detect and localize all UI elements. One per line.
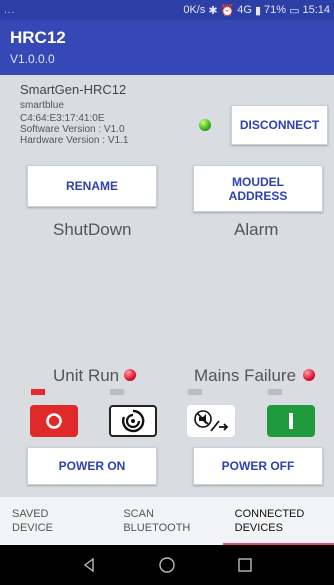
auto-icon <box>122 409 145 433</box>
auto-indicator <box>110 389 124 395</box>
rename-button[interactable]: RENAME <box>27 165 157 207</box>
battery-icon: ▭ <box>289 4 300 17</box>
app-title: HRC12 <box>10 28 66 47</box>
unit-run-led-icon <box>124 369 136 381</box>
power-on-button[interactable]: POWER ON <box>27 447 157 485</box>
system-nav-bar <box>0 545 334 585</box>
status-icons: 0K/s ✱ ⏰ 4G ▮ 71% ▭ 15:14 <box>183 4 330 17</box>
stop-indicator <box>31 389 45 395</box>
modbus-address-button[interactable]: MOUDEL ADDRESS <box>193 165 323 212</box>
bluetooth-icon: ✱ <box>208 4 218 17</box>
status-bar: ... 0K/s ✱ ⏰ 4G ▮ 71% ▭ 15:14 <box>0 0 334 20</box>
start-indicator <box>268 389 282 395</box>
signal-icon: ▮ <box>254 4 262 17</box>
mute-reset-button[interactable] <box>187 405 235 437</box>
app-bar: HRC12 V1.0.0.0 <box>0 20 334 75</box>
clock: 15:14 <box>302 4 330 16</box>
mains-failure-label: Mains Failure <box>194 366 297 385</box>
auto-button[interactable] <box>109 405 157 437</box>
mains-failure-led-icon <box>303 369 315 381</box>
home-icon[interactable] <box>157 555 177 575</box>
tab-scan-bluetooth[interactable]: SCAN BLUETOOTH <box>111 497 222 545</box>
tab-saved-device[interactable]: SAVED DEVICE <box>0 497 111 545</box>
connection-status-icon <box>199 119 211 131</box>
bottom-tab-bar: SAVED DEVICE SCAN BLUETOOTH CONNECTED DE… <box>0 497 334 545</box>
device-name: SmartGen-HRC12 <box>20 82 127 97</box>
disconnect-button[interactable]: DISCONNECT <box>231 105 328 145</box>
stop-button[interactable] <box>30 405 78 437</box>
alarm-clock-icon: ⏰ <box>220 4 235 17</box>
back-icon[interactable] <box>79 555 99 575</box>
device-brand: smartblue <box>20 100 64 111</box>
mute-reset-icon <box>194 410 229 432</box>
tab-connected-devices[interactable]: CONNECTED DEVICES <box>222 497 334 545</box>
stop-icon <box>46 413 62 429</box>
battery-percent: 71% <box>264 4 287 16</box>
start-button[interactable] <box>267 405 315 437</box>
start-icon <box>289 413 293 429</box>
power-off-button[interactable]: POWER OFF <box>193 447 323 485</box>
alarm-label: Alarm <box>234 220 279 239</box>
network-speed: 0K/s <box>183 4 206 16</box>
unit-run-label: Unit Run <box>53 366 120 385</box>
mute-indicator <box>188 389 202 395</box>
hardware-version: Hardware Version : V1.1 <box>20 135 129 146</box>
notification-dots: ... <box>4 4 16 16</box>
network-type: 4G <box>237 4 252 16</box>
app-version: V1.0.0.0 <box>10 52 55 66</box>
recents-icon[interactable] <box>235 555 255 575</box>
shutdown-label: ShutDown <box>53 220 132 239</box>
